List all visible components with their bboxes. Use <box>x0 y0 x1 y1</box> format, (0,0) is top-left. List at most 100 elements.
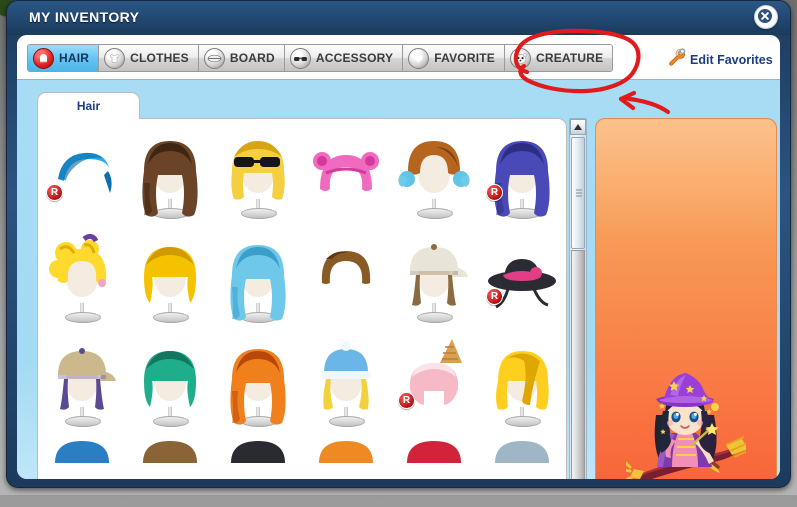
item-cell[interactable]: R <box>478 123 566 227</box>
lightblue-long-hair[interactable] <box>220 231 296 327</box>
tab-hair-label: HAIR <box>59 51 90 65</box>
item-cell[interactable] <box>214 435 302 465</box>
gold-headband-hair[interactable] <box>132 231 208 327</box>
close-icon[interactable] <box>754 5 778 29</box>
scrollbar-track[interactable] <box>571 250 585 479</box>
wrench-icon <box>667 48 686 72</box>
edit-favorites-button[interactable]: Edit Favorites <box>667 48 773 72</box>
tab-hair[interactable]: HAIR <box>28 45 100 71</box>
item-cell[interactable] <box>478 331 566 435</box>
tab-accessory-label: ACCESSORY <box>315 51 394 65</box>
item-cell[interactable] <box>302 435 390 465</box>
item-cell[interactable]: R <box>38 123 126 227</box>
blue-beanie-blonde[interactable] <box>308 335 384 431</box>
tab-board-label: BOARD <box>229 51 275 65</box>
item-cell[interactable] <box>214 331 302 435</box>
item-cell[interactable] <box>126 435 214 465</box>
inventory-panel: HAIR CLOTHES BOARD ACCESSORY FAVORITE CR… <box>17 35 780 479</box>
item-cell[interactable] <box>38 227 126 331</box>
item-cell[interactable]: R <box>390 331 478 435</box>
blue-violet-long-hair[interactable]: R <box>484 127 560 223</box>
heart-icon <box>408 47 430 69</box>
item-cell[interactable] <box>390 123 478 227</box>
page-title: MY INVENTORY <box>29 9 140 25</box>
brown-partial-item <box>143 441 197 463</box>
black-pink-sunhat-art <box>488 259 556 309</box>
preview-gloss <box>596 119 776 244</box>
black-partial-item <box>231 441 285 463</box>
tab-favorite-label: FAVORITE <box>434 51 495 65</box>
item-grid-scrollbar[interactable] <box>569 118 587 479</box>
pink-buns-hair[interactable] <box>308 127 384 223</box>
board-icon <box>203 47 225 69</box>
tab-creature[interactable]: CREATURE <box>504 45 613 71</box>
restricted-badge: R <box>486 184 503 201</box>
blue-swoop-hair[interactable]: R <box>44 127 120 223</box>
brown-short-hair[interactable] <box>308 231 384 327</box>
gold-headband-hair-art <box>144 247 196 303</box>
orange-partial-item <box>319 441 373 463</box>
pink-buns-hair-art <box>313 152 379 191</box>
item-cell[interactable] <box>302 331 390 435</box>
shirt-icon <box>104 47 126 69</box>
white-cap-brown-hair[interactable] <box>396 231 472 327</box>
icecream-cone-hair[interactable]: R <box>396 335 472 431</box>
blonde-sunglasses-hair[interactable] <box>220 127 296 223</box>
triangle-up-icon[interactable] <box>570 119 586 135</box>
orange-wavy-hair[interactable] <box>220 335 296 431</box>
item-cell[interactable] <box>302 123 390 227</box>
tab-strip: HAIR CLOTHES BOARD ACCESSORY FAVORITE CR… <box>17 35 780 79</box>
sunglasses-icon <box>289 47 311 69</box>
edit-favorites-label: Edit Favorites <box>690 53 773 67</box>
item-cell[interactable] <box>302 227 390 331</box>
tan-cap-purple-hair[interactable] <box>44 335 120 431</box>
blue-partial-item <box>55 441 109 463</box>
grip-lines-icon <box>576 189 582 197</box>
yellow-curly-updo-hair[interactable] <box>44 231 120 327</box>
tab-clothes[interactable]: CLOTHES <box>99 45 199 71</box>
orange-wavy-hair-art <box>230 349 286 425</box>
category-tabs: HAIR CLOTHES BOARD ACCESSORY FAVORITE CR… <box>27 44 614 72</box>
tab-board[interactable]: BOARD <box>198 45 285 71</box>
creature-icon <box>509 47 531 69</box>
item-cell[interactable] <box>38 435 126 465</box>
item-cell[interactable] <box>390 227 478 331</box>
scrollbar-thumb[interactable] <box>571 137 585 249</box>
item-cell[interactable] <box>126 227 214 331</box>
desktop-backdrop: MY INVENTORY HAIR CLOTHES BOARD ACCESSOR… <box>0 0 797 507</box>
partial-row <box>38 435 566 465</box>
auburn-pigtails-hair[interactable] <box>396 127 472 223</box>
yellow-side-hair[interactable] <box>484 335 560 431</box>
brown-long-wavy-hair[interactable] <box>132 127 208 223</box>
tab-accessory[interactable]: ACCESSORY <box>284 45 404 71</box>
subtab-hair[interactable]: Hair <box>37 92 140 119</box>
item-cell[interactable] <box>38 331 126 435</box>
item-grid: R R R R <box>38 119 566 435</box>
tab-favorite[interactable]: FAVORITE <box>403 45 505 71</box>
restricted-badge: R <box>46 184 63 201</box>
tan-cap-purple-hair-art <box>58 348 116 410</box>
brown-long-wavy-hair-art <box>142 141 198 217</box>
black-pink-sunhat[interactable]: R <box>484 231 560 327</box>
green-bob-hair[interactable] <box>132 335 208 431</box>
lightblue-long-hair-art <box>230 245 286 321</box>
blue-violet-long-hair-art <box>494 141 550 217</box>
item-cell[interactable]: R <box>478 227 566 331</box>
item-cell[interactable] <box>390 435 478 465</box>
item-cell[interactable] <box>214 123 302 227</box>
item-cell[interactable] <box>126 123 214 227</box>
character-preview-panel: pokeranger <box>595 118 777 479</box>
item-cell[interactable] <box>214 227 302 331</box>
inventory-content: Hair R R R R <box>17 79 780 479</box>
avatar[interactable] <box>622 371 751 479</box>
green-bob-hair-art <box>144 351 196 407</box>
grey-partial-item <box>495 441 549 463</box>
hair-icon <box>33 47 54 69</box>
item-cell[interactable] <box>126 331 214 435</box>
item-cell[interactable] <box>478 435 566 465</box>
tab-creature-label: CREATURE <box>535 51 604 65</box>
subtab-hair-label: Hair <box>76 99 101 113</box>
blue-beanie-blonde-art <box>321 341 371 410</box>
restricted-badge: R <box>486 288 503 305</box>
auburn-pigtails-hair-art <box>398 141 470 187</box>
